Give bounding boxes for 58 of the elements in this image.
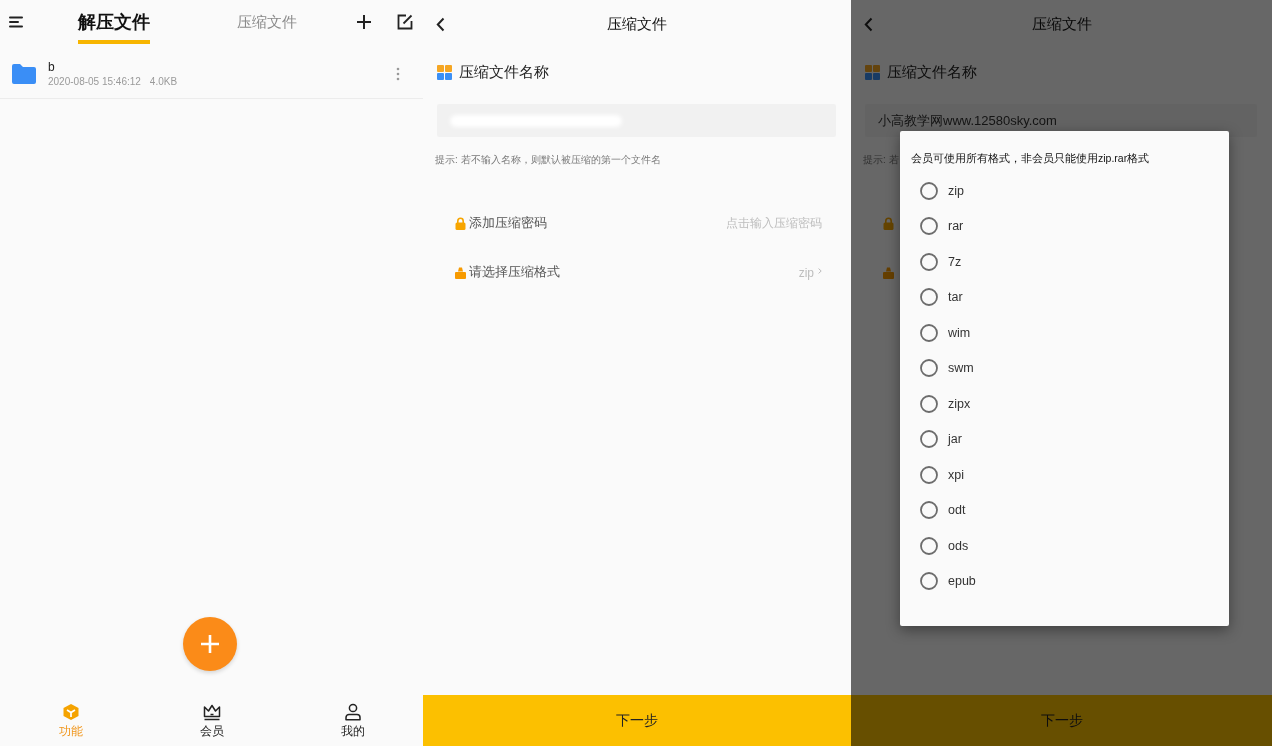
radio-icon[interactable]: [920, 572, 938, 591]
radio-icon[interactable]: [920, 536, 938, 555]
radio-option[interactable]: swm: [911, 350, 974, 386]
radio-option[interactable]: ods: [911, 528, 969, 564]
radio-icon[interactable]: [920, 181, 938, 200]
tab[interactable]: 压缩文件: [237, 10, 297, 44]
radio-option[interactable]: rar: [911, 208, 964, 244]
screen-title: 压缩文件: [607, 14, 667, 34]
radio-icon[interactable]: [920, 394, 938, 413]
screen-title: 压缩文件: [1031, 14, 1092, 34]
radio-option[interactable]: 7z: [911, 244, 962, 280]
cube-icon: [61, 703, 80, 721]
radio-option[interactable]: zipx: [911, 386, 971, 422]
radio-option[interactable]: xpi: [911, 457, 964, 493]
stack-icon: [883, 266, 894, 279]
file-date: 2020-08-05 15:46:12: [48, 75, 141, 88]
radio-icon[interactable]: [920, 430, 938, 449]
stack-icon: [455, 266, 466, 279]
radio-icon[interactable]: [920, 501, 938, 520]
plus-icon[interactable]: [356, 14, 372, 30]
grid-icon: [865, 64, 880, 80]
file-size: 4.0KB: [149, 75, 178, 88]
grid-icon: [437, 64, 452, 80]
nav-tab[interactable]: 会员: [141, 698, 282, 746]
radio-option[interactable]: tar: [911, 279, 963, 315]
plus-icon: [200, 634, 220, 654]
crown-icon: [202, 703, 221, 721]
menu-icon[interactable]: [9, 16, 23, 28]
tab[interactable]: 解压文件: [78, 10, 150, 44]
option-label: 添加压缩密码: [469, 215, 547, 232]
file-name: b: [48, 60, 55, 75]
nav-tab[interactable]: 我的: [282, 698, 423, 746]
radio-icon[interactable]: [920, 288, 938, 307]
hint-text: 提示: 若不输入名称，则默认被压缩的第一个文件名: [435, 154, 661, 166]
radio-icon[interactable]: [920, 359, 938, 378]
next-button[interactable]: 下一步: [423, 695, 851, 746]
edit-icon[interactable]: [397, 14, 413, 30]
lock-icon: [883, 217, 894, 230]
radio-icon[interactable]: [920, 252, 938, 271]
section-title: 压缩文件名称: [887, 62, 977, 82]
lock-icon: [455, 217, 466, 230]
folder-icon: [12, 64, 36, 84]
radio-option[interactable]: jar: [911, 421, 962, 457]
back-icon[interactable]: [436, 16, 445, 32]
option-label: 请选择压缩格式: [469, 264, 560, 281]
radio-option[interactable]: epub: [911, 563, 976, 599]
dialog-message: 会员可使用所有格式，非会员只能使用zip.rar格式: [911, 151, 1150, 165]
radio-option[interactable]: wim: [911, 315, 971, 351]
radio-icon[interactable]: [920, 217, 938, 236]
more-icon[interactable]: [396, 67, 400, 81]
user-icon: [343, 703, 362, 721]
radio-option[interactable]: zip: [911, 173, 964, 209]
chevron-icon: [818, 267, 822, 274]
file-row[interactable]: b 2020-08-05 15:46:12 4.0KB: [0, 50, 423, 99]
radio-option[interactable]: odt: [911, 492, 966, 528]
radio-icon[interactable]: [920, 465, 938, 484]
section-title: 压缩文件名称: [459, 62, 549, 82]
radio-icon[interactable]: [920, 323, 938, 342]
